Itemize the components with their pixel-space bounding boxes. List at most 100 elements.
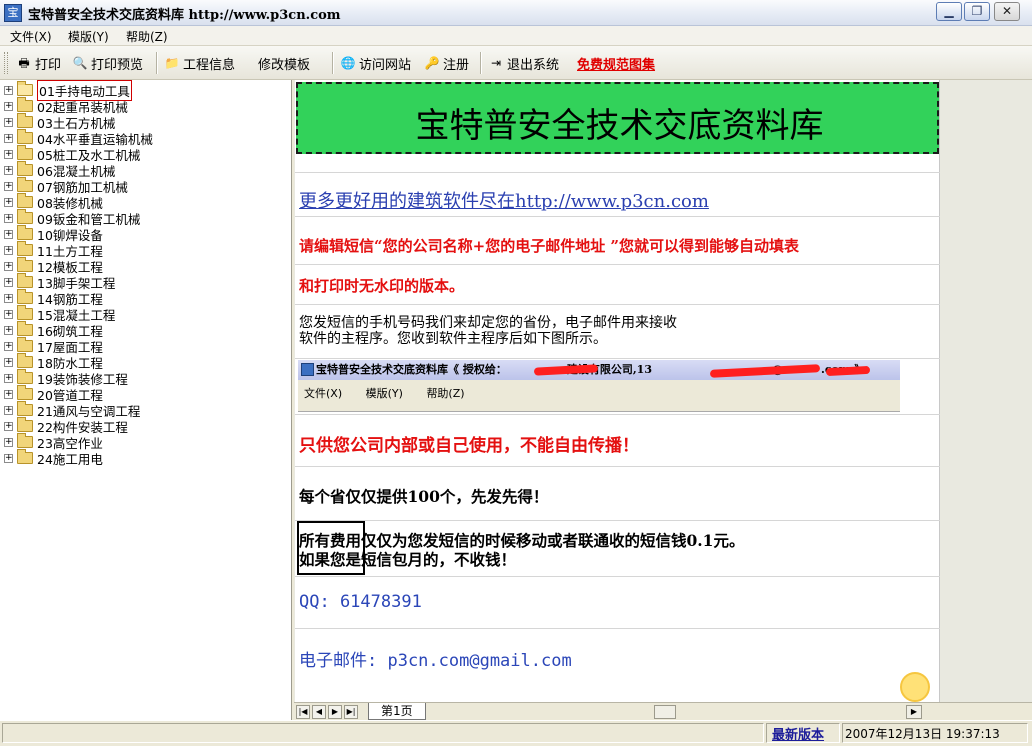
minimize-button[interactable]: ▁ <box>936 2 962 21</box>
horizontal-scroll-left[interactable] <box>654 705 676 719</box>
expand-icon[interactable]: + <box>4 405 13 415</box>
expand-icon[interactable]: + <box>4 213 13 223</box>
expand-icon[interactable]: + <box>4 341 13 351</box>
free-atlas-link[interactable]: 免费规范图集 <box>577 53 655 73</box>
folder-icon <box>17 161 33 176</box>
edit-template-button[interactable]: 修改模板 <box>258 53 310 73</box>
close-button[interactable]: ✕ <box>994 2 1020 21</box>
folder-icon <box>17 321 33 336</box>
expand-icon[interactable]: + <box>4 389 13 399</box>
expand-icon[interactable]: + <box>4 117 13 127</box>
folder-icon <box>17 193 33 208</box>
maximize-button[interactable]: ❐ <box>964 2 990 21</box>
expand-icon[interactable]: + <box>4 325 13 335</box>
tree-item-label: 24施工用电 <box>37 451 103 467</box>
embedded-menu: 文件(X) 模版(Y) 帮助(Z) <box>304 385 485 401</box>
expand-icon[interactable]: + <box>4 133 13 143</box>
printer-icon: 🖶 <box>18 56 30 70</box>
folder-icon <box>17 401 33 416</box>
embedded-screenshot: 宝特普安全技术交底资料库《 授权给：建设有限公司,13@.com 》 文件(X)… <box>298 360 900 412</box>
expand-icon[interactable]: + <box>4 421 13 431</box>
status-bar: 最新版本 2007年12月13日 19:37:13 <box>0 720 1032 746</box>
watermark-logo <box>900 668 1028 724</box>
menu-template[interactable]: 模版(Y) <box>68 28 109 45</box>
row-divider <box>295 520 940 521</box>
watermark-mascot-icon <box>900 672 930 702</box>
category-tree[interactable]: +01手持电动工具 +02起重吊装机械 +03土石方机械 +04水平垂直运输机械… <box>0 79 292 720</box>
toolbar-separator <box>480 52 482 74</box>
first-sheet-button[interactable]: |◀ <box>296 705 310 719</box>
expand-icon[interactable]: + <box>4 261 13 271</box>
menu-file[interactable]: 文件(X) <box>10 28 52 45</box>
info-line1: 您发短信的手机号码我们来却定您的省份，电子邮件用来接收 <box>299 315 677 331</box>
cell-selection-box[interactable] <box>297 521 365 575</box>
register-label: 注册 <box>443 57 470 73</box>
expand-icon[interactable]: + <box>4 197 13 207</box>
folder-icon <box>17 113 33 128</box>
qq-contact: QQ: 61478391 <box>299 592 422 612</box>
sheet-tab-1[interactable]: 第1页 <box>368 703 426 720</box>
exit-button[interactable]: ⇥ 退出系统 <box>488 53 559 73</box>
menu-help[interactable]: 帮助(Z) <box>126 28 168 45</box>
expand-icon[interactable]: + <box>4 437 13 447</box>
expand-icon[interactable]: + <box>4 293 13 303</box>
expand-icon[interactable]: + <box>4 181 13 191</box>
folder-icon <box>17 305 33 320</box>
row-divider <box>295 576 940 577</box>
sms-instruction-line1: 请编辑短信“您的公司名称+您的电子邮件地址 ”您就可以得到能够自动填表 <box>299 237 800 255</box>
row-divider <box>295 304 940 305</box>
title-bar[interactable]: 宝 宝特普安全技术交底资料库 http://www.p3cn.com ▁ ❐ ✕ <box>0 0 1032 26</box>
document-view[interactable]: 宝特普安全技术交底资料库 更多更好用的建筑软件尽在http://www.p3cn… <box>294 80 1032 702</box>
expand-icon[interactable]: + <box>4 309 13 319</box>
folder-icon <box>17 433 33 448</box>
expand-icon[interactable]: + <box>4 245 13 255</box>
row-divider <box>295 264 940 265</box>
row-divider <box>295 358 940 359</box>
row-divider <box>295 466 940 467</box>
embedded-menu-template: 模版(Y) <box>365 387 403 400</box>
visit-site-button[interactable]: 🌐 访问网站 <box>340 53 412 73</box>
preview-icon: 🔍 <box>72 56 88 70</box>
latest-version-link[interactable]: 最新版本 <box>772 724 824 743</box>
print-label: 打印 <box>35 57 62 73</box>
embedded-app-icon <box>301 363 314 376</box>
print-preview-button[interactable]: 🔍 打印预览 <box>72 53 144 73</box>
expand-icon[interactable]: + <box>4 85 13 95</box>
folder-icon <box>17 385 33 400</box>
folder-icon <box>17 257 33 272</box>
register-button[interactable]: 🔑 注册 <box>424 53 470 73</box>
last-sheet-button[interactable]: ▶| <box>344 705 358 719</box>
folder-icon <box>17 353 33 368</box>
row-divider <box>295 216 940 217</box>
next-sheet-button[interactable]: ▶ <box>328 705 342 719</box>
sms-instruction-line2: 和打印时无水印的版本。 <box>299 277 465 295</box>
folder-icon <box>17 369 33 384</box>
project-info-label: 工程信息 <box>183 57 236 73</box>
print-button[interactable]: 🖶 打印 <box>16 53 61 73</box>
row-divider <box>295 172 940 173</box>
project-info-button[interactable]: 📁 工程信息 <box>164 53 236 73</box>
document-page[interactable]: 宝特普安全技术交底资料库 更多更好用的建筑软件尽在http://www.p3cn… <box>295 80 940 702</box>
edit-template-label: 修改模板 <box>258 57 311 73</box>
folder-icon <box>17 417 33 432</box>
expand-icon[interactable]: + <box>4 165 13 175</box>
toolbar: 🖶 打印 🔍 打印预览 📁 工程信息 修改模板 🌐 访问网站 🔑 注册 ⇥ 退出… <box>0 46 1032 80</box>
app-icon: 宝 <box>4 4 22 22</box>
folder-icon <box>17 129 33 144</box>
banner-title: 宝特普安全技术交底资料库 <box>415 106 824 146</box>
expand-icon[interactable]: + <box>4 453 13 463</box>
expand-icon[interactable]: + <box>4 373 13 383</box>
tree-item[interactable]: +24施工用电 <box>0 449 103 467</box>
website-link[interactable]: 更多更好用的建筑软件尽在http://www.p3cn.com <box>299 187 709 213</box>
toolbar-grip[interactable] <box>4 52 8 74</box>
expand-icon[interactable]: + <box>4 149 13 159</box>
expand-icon[interactable]: + <box>4 357 13 367</box>
expand-icon[interactable]: + <box>4 101 13 111</box>
email-contact: 电子邮件: p3cn.com@gmail.com <box>299 651 572 671</box>
status-cell <box>2 723 764 743</box>
expand-icon[interactable]: + <box>4 277 13 287</box>
folder-icon <box>17 241 33 256</box>
folder-icon <box>17 145 33 160</box>
prev-sheet-button[interactable]: ◀ <box>312 705 326 719</box>
expand-icon[interactable]: + <box>4 229 13 239</box>
